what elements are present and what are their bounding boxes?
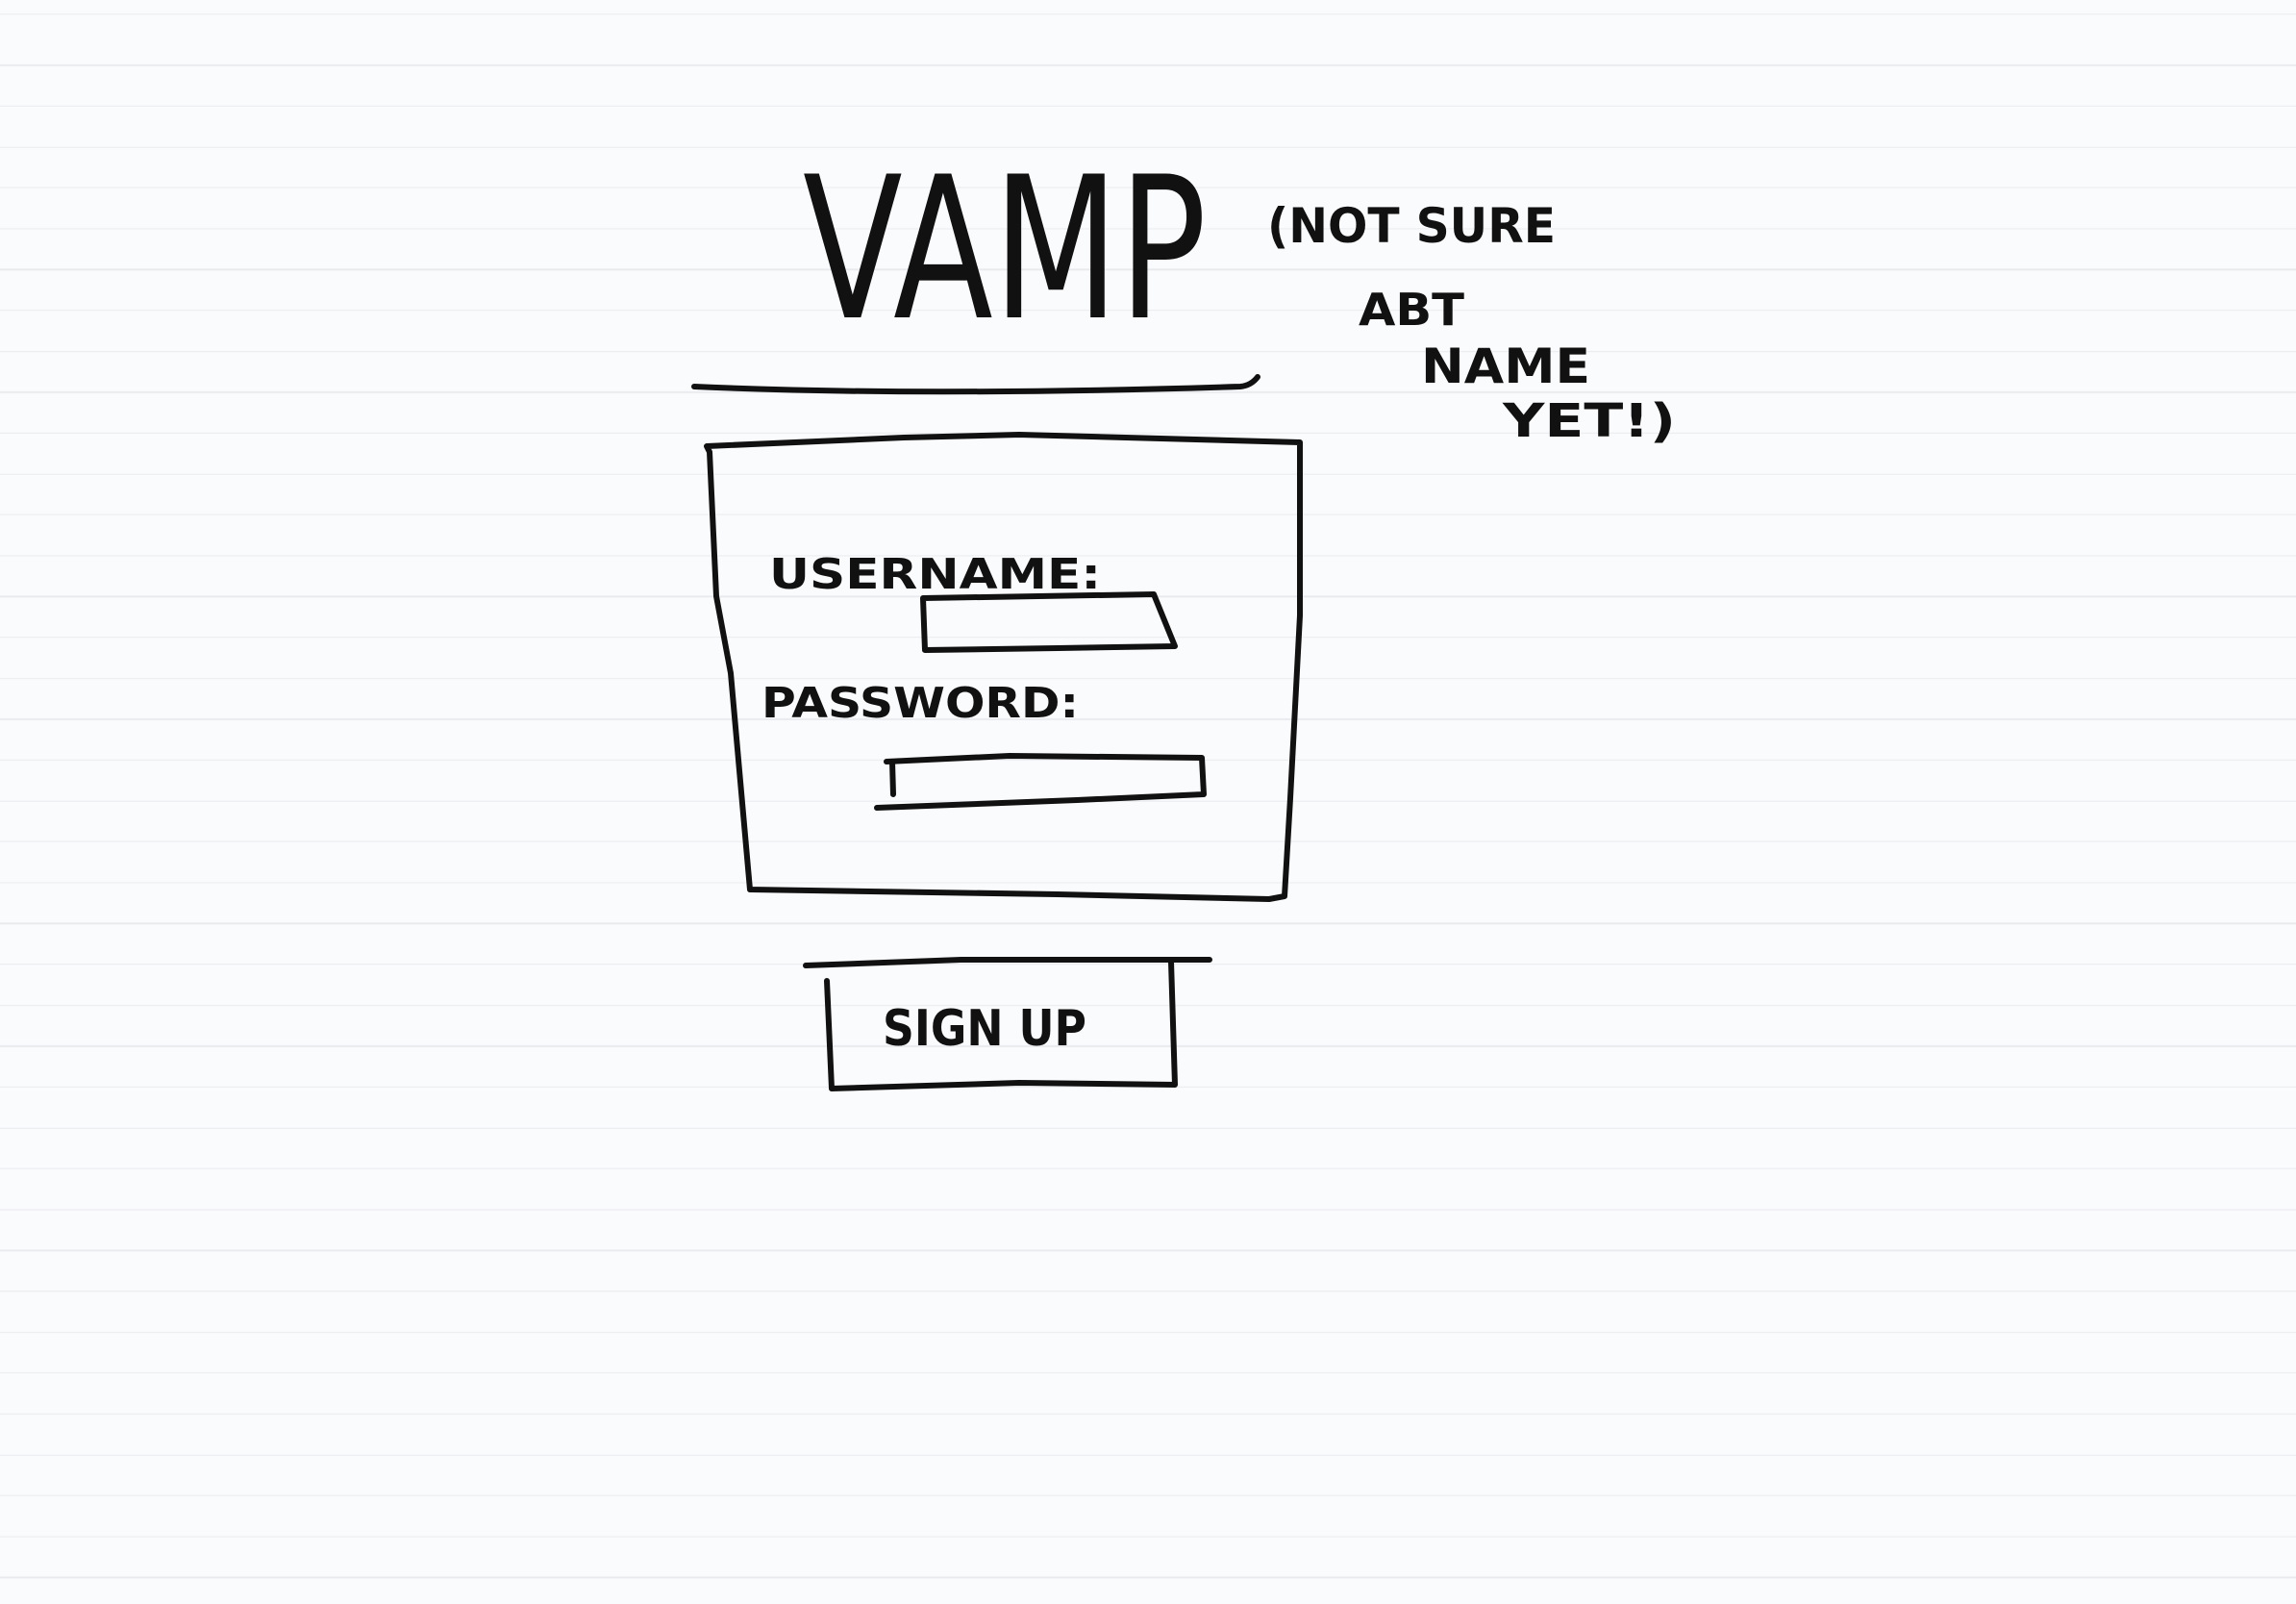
side-note-line-1: (NOT SURE — [1267, 198, 1556, 254]
password-label: PASSWORD: — [761, 679, 1079, 728]
side-note-line-2: ABT — [1359, 284, 1465, 336]
signup-button[interactable]: SIGN UP — [803, 957, 1212, 1091]
username-field[interactable] — [920, 591, 1178, 653]
side-note-line-3: NAME — [1421, 338, 1590, 394]
login-form-border — [704, 432, 1303, 902]
username-field-border[interactable] — [920, 591, 1178, 653]
side-note: (NOT SURE ABT NAME YET!) — [1267, 198, 1676, 448]
password-field-left-edge[interactable] — [889, 759, 896, 797]
title-underline — [691, 374, 1260, 395]
login-form: USERNAME: PASSWORD: — [704, 432, 1303, 902]
password-field-border[interactable] — [874, 753, 1207, 811]
password-field[interactable] — [874, 753, 1207, 811]
app-title-text: VAMP — [803, 136, 1207, 364]
wireframe-sketch: VAMP (NOT SURE ABT NAME YET!) USERNAME: … — [691, 136, 1676, 1091]
side-note-line-4: YET!) — [1502, 394, 1676, 448]
username-label: USERNAME: — [769, 550, 1101, 599]
signup-button-label[interactable]: SIGN UP — [883, 1000, 1086, 1058]
app-title: VAMP — [803, 136, 1207, 364]
